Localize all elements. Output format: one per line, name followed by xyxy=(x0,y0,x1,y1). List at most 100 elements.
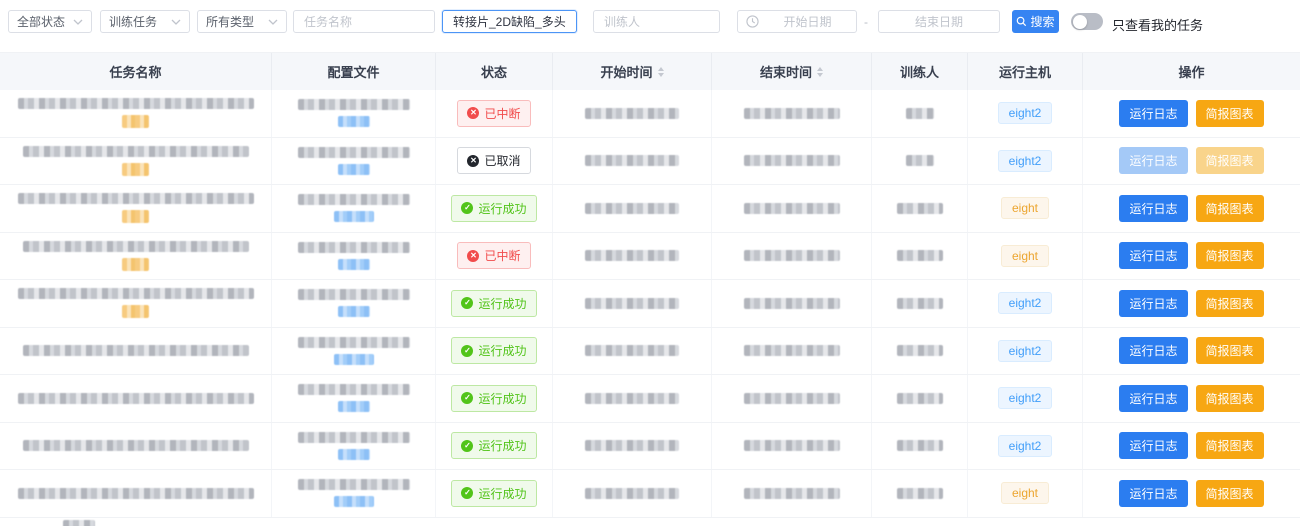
status-label: 运行成功 xyxy=(478,485,526,502)
cell-trainer xyxy=(872,375,968,422)
end-date-field[interactable] xyxy=(878,10,1000,33)
redacted-config-name xyxy=(298,99,410,110)
redacted-trainer xyxy=(906,155,934,166)
redacted-config-link[interactable] xyxy=(334,496,374,507)
run-log-button[interactable]: 运行日志 xyxy=(1119,432,1187,459)
my-tasks-toggle[interactable] xyxy=(1071,13,1103,30)
cell-task-name xyxy=(0,185,272,232)
col-start-time[interactable]: 开始时间 xyxy=(553,53,712,90)
cell-actions: 运行日志 简报图表 xyxy=(1083,375,1300,422)
redacted-task-tag xyxy=(122,115,149,128)
redacted-trainer xyxy=(897,203,943,214)
redacted-end-time xyxy=(744,203,840,214)
cell-host: eight2 xyxy=(968,328,1083,375)
table-row: ✓ 运行成功 eight2 运行日志 简报图表 xyxy=(0,375,1300,423)
cell-config-file xyxy=(272,280,436,327)
table-body: ✕ 已中断 eight2 运行日志 简报图表 xyxy=(0,90,1300,526)
category-filter-select[interactable]: 所有类型 xyxy=(197,10,287,33)
status-filter-select[interactable]: 全部状态 xyxy=(8,10,92,33)
status-label: 已中断 xyxy=(484,247,520,264)
col-task-name: 任务名称 xyxy=(0,53,272,90)
cell-config-file xyxy=(272,375,436,422)
cell-host: eight xyxy=(968,470,1083,517)
report-chart-button[interactable]: 简报图表 xyxy=(1196,337,1264,364)
run-log-button[interactable]: 运行日志 xyxy=(1119,337,1187,364)
redacted-end-time xyxy=(744,155,840,166)
redacted-trainer xyxy=(897,250,943,261)
redacted-config-link[interactable] xyxy=(338,306,370,317)
redacted-config-link[interactable] xyxy=(334,211,374,222)
col-end-time[interactable]: 结束时间 xyxy=(712,53,872,90)
host-tag: eight2 xyxy=(998,150,1053,172)
redacted-config-link[interactable] xyxy=(338,401,370,412)
redacted-config-name xyxy=(298,384,410,395)
cell-actions: 运行日志 简报图表 xyxy=(1083,185,1300,232)
redacted-task-name xyxy=(18,98,254,109)
report-chart-button[interactable]: 简报图表 xyxy=(1196,385,1264,412)
report-chart-button[interactable]: 简报图表 xyxy=(1196,100,1264,127)
redacted-config-link[interactable] xyxy=(338,259,370,270)
column-label: 配置文件 xyxy=(327,62,379,81)
task-type-filter-select[interactable]: 训练任务 xyxy=(100,10,190,33)
start-date-input[interactable] xyxy=(759,11,856,32)
cell-start-time xyxy=(553,185,712,232)
task-name-input[interactable] xyxy=(294,11,434,32)
run-log-button[interactable]: 运行日志 xyxy=(1119,290,1187,317)
redacted-trainer xyxy=(906,108,934,119)
cell-status: ✓ 运行成功 xyxy=(436,423,553,470)
status-badge: ✕ 已中断 xyxy=(457,242,530,269)
redacted-config-link[interactable] xyxy=(338,449,370,460)
status-icon: ✕ xyxy=(467,107,479,119)
start-date-field[interactable] xyxy=(737,10,857,33)
run-log-button[interactable]: 运行日志 xyxy=(1119,480,1187,507)
status-badge: ✕ 已中断 xyxy=(457,100,530,127)
cell-actions: 运行日志 简报图表 xyxy=(1083,233,1300,280)
cell-task-name xyxy=(0,470,272,517)
keyword-input[interactable] xyxy=(443,11,576,32)
run-log-button[interactable]: 运行日志 xyxy=(1119,100,1187,127)
sort-icon[interactable] xyxy=(817,67,823,77)
redacted-start-time xyxy=(585,250,679,261)
report-chart-button[interactable]: 简报图表 xyxy=(1196,432,1264,459)
report-chart-button[interactable]: 简报图表 xyxy=(1196,242,1264,269)
chevron-down-icon xyxy=(268,19,278,25)
report-chart-button[interactable]: 简报图表 xyxy=(1196,195,1264,222)
redacted-task-name xyxy=(18,193,254,204)
report-chart-button[interactable]: 简报图表 xyxy=(1196,290,1264,317)
status-icon: ✓ xyxy=(461,392,473,404)
report-chart-button[interactable]: 简报图表 xyxy=(1196,147,1264,174)
status-icon: ✓ xyxy=(461,297,473,309)
sort-icon[interactable] xyxy=(658,67,664,77)
cell-start-time xyxy=(553,470,712,517)
cell-config-file xyxy=(272,423,436,470)
host-tag: eight xyxy=(1001,245,1049,267)
redacted-config-name xyxy=(298,242,410,253)
end-date-input[interactable] xyxy=(879,11,999,32)
run-log-button[interactable]: 运行日志 xyxy=(1119,147,1187,174)
host-tag: eight xyxy=(1001,197,1049,219)
status-icon: ✕ xyxy=(467,250,479,262)
cell-config-file xyxy=(272,328,436,375)
redacted-config-link[interactable] xyxy=(338,164,370,175)
run-log-button[interactable]: 运行日志 xyxy=(1119,195,1187,222)
redacted-config-name xyxy=(298,289,410,300)
run-log-button[interactable]: 运行日志 xyxy=(1119,242,1187,269)
run-log-button[interactable]: 运行日志 xyxy=(1119,385,1187,412)
search-button[interactable]: 搜索 xyxy=(1012,10,1059,33)
search-icon xyxy=(1016,16,1027,27)
redacted-start-time xyxy=(585,108,679,119)
report-chart-button[interactable]: 简报图表 xyxy=(1196,480,1264,507)
redacted-config-link[interactable] xyxy=(338,116,370,127)
status-badge: ✓ 运行成功 xyxy=(451,195,536,222)
redacted-task-name xyxy=(23,241,249,252)
cell-host: eight2 xyxy=(968,375,1083,422)
column-label: 结束时间 xyxy=(760,62,812,81)
cell-start-time xyxy=(553,280,712,327)
trainer-input[interactable] xyxy=(594,11,719,32)
redacted-trainer xyxy=(897,345,943,356)
column-label: 操作 xyxy=(1178,62,1204,81)
cell-trainer xyxy=(872,423,968,470)
redacted-start-time xyxy=(585,345,679,356)
status-icon: ✕ xyxy=(467,155,479,167)
redacted-config-link[interactable] xyxy=(334,354,374,365)
